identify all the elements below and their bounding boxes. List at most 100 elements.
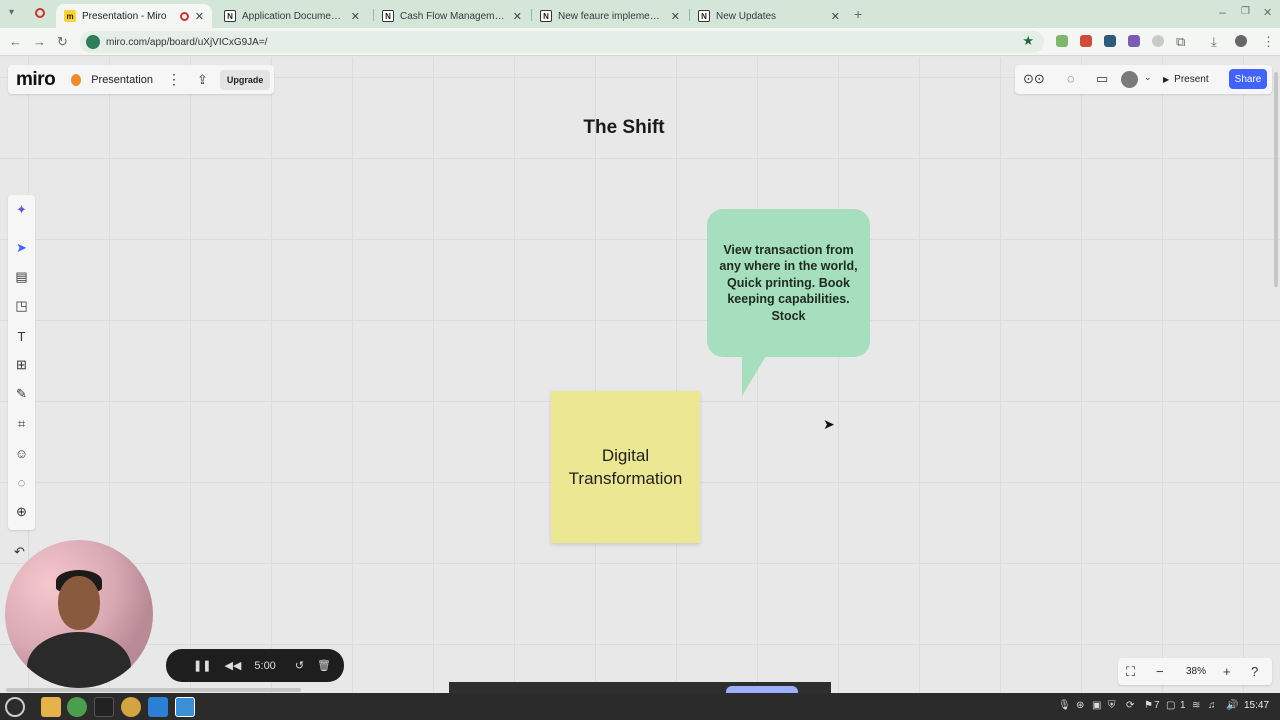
horizontal-scrollbar[interactable] [6,688,301,692]
bookmark-star-icon[interactable]: ★ [1022,33,1034,49]
clipboard-icon[interactable]: ▣ [1092,700,1101,711]
window-icon[interactable]: ▢ [1166,700,1175,711]
board-name[interactable]: Presentation [91,74,153,86]
select-cursor-icon[interactable]: ➤ [8,237,35,259]
volume-icon[interactable]: 🔊 [1226,700,1238,711]
dbeaver-icon[interactable] [121,697,141,717]
microphone-icon[interactable]: 🎙 [1058,700,1071,711]
board-menu-icon[interactable]: ⋮ [167,71,181,88]
extensions-puzzle-icon[interactable]: ⧉ [1176,34,1185,50]
back-icon[interactable]: ← [9,34,22,49]
templates-icon[interactable]: ▤ [8,266,35,288]
tab-cash-flow[interactable]: N Cash Flow Management Sys ✕ [374,4,530,28]
tab-close-icon[interactable]: ✕ [671,10,680,23]
video-call-icon[interactable]: ▭ [1096,71,1108,87]
tab-title: New feaure implementation [558,10,665,22]
tab-application-documentation[interactable]: N Application Documentation ✕ [216,4,368,28]
minimize-icon[interactable]: – [1219,5,1226,19]
file-manager-icon[interactable] [41,697,61,717]
pen-icon[interactable]: ✎ [8,383,35,405]
tab-new-updates[interactable]: N New Updates ✕ [690,4,848,28]
tray-badge-icon[interactable]: ⚑ [1144,700,1153,711]
sticky-note[interactable]: Digital Transformation [551,391,700,543]
mouse-cursor-icon: ➤ [823,416,835,432]
present-button[interactable]: ▶ Present [1163,69,1209,89]
restart-icon[interactable]: ↺ [295,659,304,672]
board-header: miro Presentation ⋮ ⇪ Upgrade [8,65,274,94]
shapes-icon[interactable]: ⊞ [8,354,35,376]
comments-icon[interactable]: ◌ [1067,71,1075,86]
address-bar[interactable]: miro.com/app/board/uXjVICxG9JA=/ ★ [80,31,1044,53]
frame-icon[interactable]: ⌗ [8,413,35,435]
music-icon[interactable]: ♫ [1208,700,1216,711]
present-label: Present [1174,73,1209,85]
os-taskbar: 🎙 ⊛ ▣ ⛨ ⟳ ⚑ 7 ▢ 1 ≋ ♫ 🔊 15:47 [0,693,1280,720]
zoom-out-icon[interactable]: − [1156,664,1164,679]
tab-close-icon[interactable]: ✕ [831,10,840,23]
tray-app-icon[interactable]: ⊛ [1076,700,1084,711]
comment-icon[interactable]: ◌ [8,471,35,493]
extension-icon[interactable] [1128,35,1140,47]
miro-board-canvas[interactable] [0,57,1280,693]
speech-bubble[interactable]: View transaction from any where in the w… [707,209,870,357]
text-icon[interactable]: T [8,325,35,347]
pause-icon[interactable]: ❚❚ [193,659,211,672]
export-icon[interactable]: ⇪ [197,72,208,88]
sticky-note-text: Digital Transformation [568,446,683,488]
update-icon[interactable]: ⟳ [1126,700,1134,711]
more-tools-icon[interactable]: ⊕ [8,501,35,523]
ai-sparkle-icon[interactable]: ✦ [8,199,35,221]
frames-panel-handle[interactable] [726,686,798,693]
upgrade-button[interactable]: Upgrade [219,69,271,90]
undo-icon[interactable]: ↶ [14,544,25,560]
shield-icon[interactable]: ⛨ [1108,700,1116,711]
extension-icon[interactable] [1080,35,1092,47]
site-info-icon[interactable] [86,35,100,49]
zoom-level[interactable]: 38% [1186,666,1206,677]
close-window-icon[interactable]: ✕ [1263,6,1272,19]
miro-logo[interactable]: miro [16,69,56,91]
profile-avatar-icon[interactable] [1235,35,1247,47]
help-icon[interactable]: ? [1251,664,1258,679]
chevron-down-icon[interactable]: ⌄ [1144,72,1152,83]
vscode-icon[interactable] [148,697,168,717]
download-icon[interactable]: ⤓ [1211,34,1217,50]
chrome-icon[interactable] [67,697,87,717]
vertical-scrollbar[interactable] [1274,72,1278,287]
wifi-icon[interactable]: ≋ [1192,700,1200,711]
tab-presentation-miro[interactable]: m Presentation - Miro ✕ [56,4,212,28]
browser-menu-icon[interactable]: ⋮ [1262,34,1275,50]
sticky-note-icon[interactable]: ◳ [8,295,35,317]
tab-new-feature[interactable]: N New feaure implementation ✕ [532,4,688,28]
tab-close-icon[interactable]: ✕ [513,10,522,23]
url-text: miro.com/app/board/uXjVICxG9JA=/ [106,36,268,48]
tab-close-icon[interactable]: ✕ [195,10,204,23]
delete-recording-icon[interactable]: 🗑 [317,659,331,672]
text-editor-icon[interactable] [175,697,195,717]
terminal-icon[interactable] [94,697,114,717]
extension-icon[interactable] [1152,35,1164,47]
user-avatar[interactable] [1121,71,1138,88]
new-tab-icon[interactable]: + [854,6,862,22]
restore-icon[interactable]: ❐ [1241,6,1250,17]
emoji-sticker-icon[interactable]: ☺ [8,442,35,464]
rewind-icon[interactable]: ◀◀ [224,659,241,672]
reload-icon[interactable]: ↻ [57,34,68,50]
board-title-text[interactable]: The Shift [560,117,688,139]
reactions-icon[interactable]: ⊙⊙ [1023,71,1045,87]
zoom-in-icon[interactable]: + [1223,664,1231,679]
webcam-person-body [27,632,131,688]
start-menu-icon[interactable] [5,697,25,717]
forward-icon[interactable]: → [33,34,46,49]
fit-to-screen-icon[interactable]: ⛶ [1126,664,1135,680]
webcam-person-face [58,576,100,630]
notion-favicon-icon: N [698,10,710,22]
share-button[interactable]: Share [1229,69,1267,89]
extension-icon[interactable] [1104,35,1116,47]
tab-search-icon[interactable]: ▾ [9,7,14,18]
extension-icon[interactable] [1056,35,1068,47]
tray-badge-count: 7 [1154,700,1160,711]
tab-close-icon[interactable]: ✕ [351,10,360,23]
recording-timer: 5:00 [254,659,276,672]
clock[interactable]: 15:47 [1244,700,1269,711]
